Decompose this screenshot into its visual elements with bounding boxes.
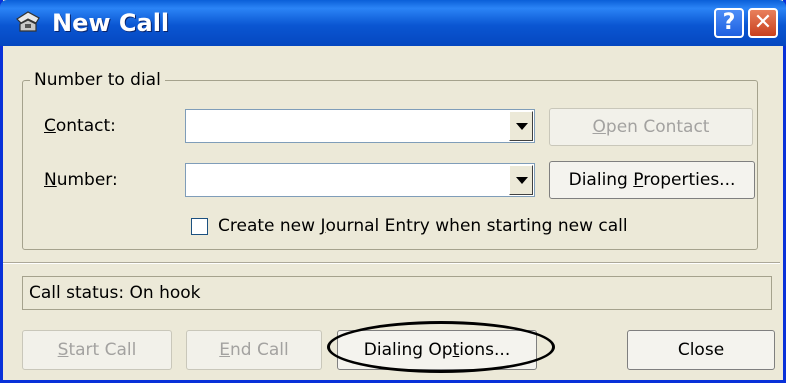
number-dropdown-button[interactable] (509, 165, 533, 195)
contact-dropdown-button[interactable] (509, 111, 533, 141)
contact-combo[interactable] (185, 109, 535, 143)
journal-entry-label: Create new Journal Entry when starting n… (218, 216, 628, 236)
chevron-down-icon (516, 123, 528, 130)
window-title: New Call (52, 9, 170, 37)
close-button[interactable]: Close (627, 330, 775, 370)
close-window-button[interactable]: ✕ (748, 8, 778, 38)
help-button[interactable]: ? (714, 8, 744, 38)
journal-entry-checkbox[interactable] (191, 218, 208, 235)
chevron-down-icon (516, 177, 528, 184)
phone-icon (16, 11, 40, 32)
call-status-bar: Call status: On hook (22, 276, 772, 310)
number-combo[interactable] (185, 163, 535, 197)
group-legend: Number to dial (30, 70, 165, 90)
open-contact-button[interactable]: Open Contact (549, 108, 753, 146)
contact-label: Contact: (44, 116, 116, 136)
number-label: Number: (44, 170, 118, 190)
dialing-properties-button[interactable]: Dialing Properties... (549, 161, 755, 199)
title-bar[interactable]: New Call ? ✕ (0, 0, 786, 46)
divider (3, 262, 780, 264)
end-call-button[interactable]: End Call (186, 330, 322, 370)
start-call-button[interactable]: Start Call (22, 330, 172, 370)
highlight-ellipse (327, 321, 555, 373)
